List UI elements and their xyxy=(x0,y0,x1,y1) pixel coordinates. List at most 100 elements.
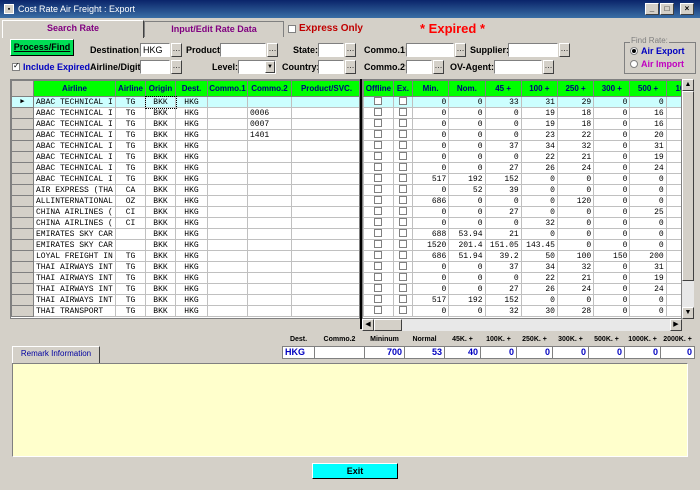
ex-checkbox[interactable] xyxy=(398,185,407,194)
table-row[interactable]: ABAC TECHNICAL I TG BKK HKG xyxy=(11,162,359,174)
cell-commo1[interactable] xyxy=(207,140,248,152)
offline-checkbox[interactable] xyxy=(374,295,383,304)
cell-offline[interactable] xyxy=(363,151,394,163)
cell-airline-code[interactable]: TG xyxy=(115,250,146,262)
cell-r45[interactable]: 37 xyxy=(484,261,522,273)
cell-r45[interactable]: 32 xyxy=(484,305,522,317)
cell-r100[interactable]: 0 xyxy=(520,184,558,196)
cell-commo1[interactable] xyxy=(207,239,248,251)
cell-r100[interactable]: 30 xyxy=(520,305,558,317)
cell-ex[interactable] xyxy=(392,184,414,196)
ov-agent-lookup-button[interactable]: … xyxy=(543,60,554,74)
cell-r1000[interactable] xyxy=(665,184,681,196)
minimize-icon[interactable]: _ xyxy=(645,3,659,15)
cell-r300[interactable]: 0 xyxy=(593,184,631,196)
row-selector[interactable] xyxy=(11,250,34,262)
cell-commo1[interactable] xyxy=(207,118,248,130)
supplier-lookup-button[interactable]: … xyxy=(559,43,570,57)
cell-min[interactable]: 0 xyxy=(412,217,450,229)
cell-airline-name[interactable]: ABAC TECHNICAL I xyxy=(33,173,116,185)
col-header-nom[interactable]: Nom. xyxy=(448,80,486,97)
air-export-radio[interactable]: Air Export xyxy=(630,46,685,56)
table-row[interactable]: 0 0 0 22 21 0 19 xyxy=(363,272,681,284)
col-header-offline[interactable]: Offline xyxy=(363,80,394,97)
cell-commo2[interactable] xyxy=(247,217,292,229)
commo2-field[interactable] xyxy=(406,60,432,74)
cell-r250[interactable]: 29 xyxy=(556,96,595,108)
cell-min[interactable]: 517 xyxy=(412,173,450,185)
cell-r500[interactable]: 0 xyxy=(629,217,667,229)
cell-product[interactable] xyxy=(291,140,359,152)
cell-commo1[interactable] xyxy=(207,107,248,119)
cell-commo1[interactable] xyxy=(207,305,248,317)
cell-offline[interactable] xyxy=(363,305,394,317)
cell-ex[interactable] xyxy=(392,118,414,130)
offline-checkbox[interactable] xyxy=(374,196,383,205)
col-header-commo2[interactable]: Commo.2 xyxy=(247,80,292,97)
ex-checkbox[interactable] xyxy=(398,240,407,249)
row-selector[interactable] xyxy=(11,162,34,174)
cell-min[interactable]: 0 xyxy=(412,272,450,284)
table-row[interactable]: EMIRATES SKY CAR BKK HKG xyxy=(11,228,359,240)
cell-dest[interactable]: HKG xyxy=(175,118,208,130)
ex-checkbox[interactable] xyxy=(398,108,407,117)
cell-r300[interactable]: 0 xyxy=(593,162,631,174)
cell-r45[interactable]: 33 xyxy=(484,96,522,108)
cell-r500[interactable]: 24 xyxy=(629,162,667,174)
cell-min[interactable]: 0 xyxy=(412,118,450,130)
cell-nom[interactable]: 0 xyxy=(448,206,486,218)
cell-commo1[interactable] xyxy=(207,272,248,284)
col-header-min[interactable]: Min. xyxy=(412,80,450,97)
cell-r250[interactable]: 21 xyxy=(556,272,595,284)
cell-product[interactable] xyxy=(291,228,359,240)
cell-min[interactable]: 1520 xyxy=(412,239,450,251)
cell-origin[interactable]: BKK xyxy=(145,294,176,306)
cell-commo2[interactable] xyxy=(247,206,292,218)
cell-dest[interactable]: HKG xyxy=(175,283,208,295)
offline-checkbox[interactable] xyxy=(374,152,383,161)
row-selector[interactable] xyxy=(11,107,34,119)
cell-commo2[interactable] xyxy=(247,228,292,240)
cell-airline-code[interactable]: CA xyxy=(115,184,146,196)
cell-product[interactable] xyxy=(291,250,359,262)
cell-commo1[interactable] xyxy=(207,173,248,185)
table-row[interactable]: 0 0 37 34 32 0 31 xyxy=(363,140,681,152)
cell-airline-name[interactable]: CHINA AIRLINES ( xyxy=(33,217,116,229)
cell-r1000[interactable] xyxy=(665,129,681,141)
cell-min[interactable]: 0 xyxy=(412,184,450,196)
cell-ex[interactable] xyxy=(392,173,414,185)
row-selector[interactable] xyxy=(11,184,34,196)
cell-ex[interactable] xyxy=(392,294,414,306)
cell-airline-name[interactable]: ABAC TECHNICAL I xyxy=(33,151,116,163)
cell-origin[interactable]: BKK xyxy=(145,162,176,174)
offline-checkbox[interactable] xyxy=(374,130,383,139)
cell-r250[interactable]: 0 xyxy=(556,239,595,251)
cell-r45[interactable]: 39 xyxy=(484,184,522,196)
col-header-250[interactable]: 250 + xyxy=(556,80,595,97)
destination-lookup-button[interactable]: … xyxy=(171,43,182,57)
cell-r300[interactable]: 0 xyxy=(593,283,631,295)
cell-min[interactable]: 686 xyxy=(412,195,450,207)
offline-checkbox[interactable] xyxy=(374,284,383,293)
cell-min[interactable]: 0 xyxy=(412,261,450,273)
cell-commo2[interactable] xyxy=(247,250,292,262)
cell-commo2[interactable]: 0007 xyxy=(247,118,292,130)
table-row[interactable]: LOYAL FREIGHT IN TG BKK HKG xyxy=(11,250,359,262)
cell-origin[interactable]: BKK xyxy=(145,129,176,141)
cell-product[interactable] xyxy=(291,118,359,130)
cell-product[interactable] xyxy=(291,283,359,295)
cell-airline-code[interactable] xyxy=(115,228,146,240)
cell-offline[interactable] xyxy=(363,283,394,295)
cell-r45[interactable]: 37 xyxy=(484,140,522,152)
ov-agent-field[interactable] xyxy=(494,60,542,74)
cell-airline-code[interactable]: TG xyxy=(115,107,146,119)
cell-commo1[interactable] xyxy=(207,206,248,218)
cell-r100[interactable]: 19 xyxy=(520,107,558,119)
cell-nom[interactable]: 192 xyxy=(448,173,486,185)
cell-airline-name[interactable]: ABAC TECHNICAL I xyxy=(33,96,116,108)
cell-ex[interactable] xyxy=(392,228,414,240)
cell-offline[interactable] xyxy=(363,184,394,196)
cell-offline[interactable] xyxy=(363,140,394,152)
cell-origin[interactable]: BKK xyxy=(145,305,176,317)
scroll-right-icon[interactable]: ▶ xyxy=(670,319,682,331)
